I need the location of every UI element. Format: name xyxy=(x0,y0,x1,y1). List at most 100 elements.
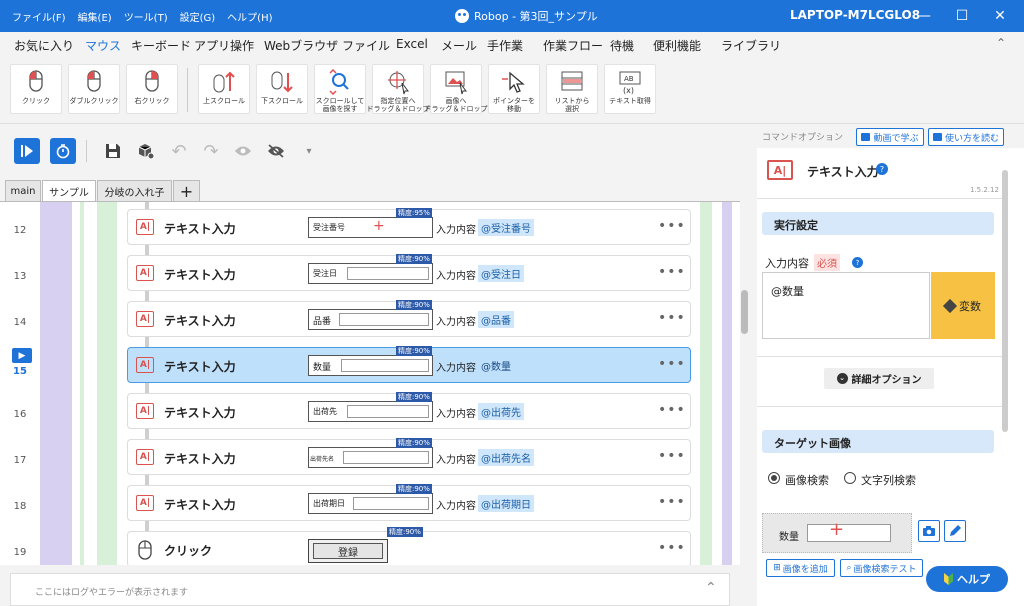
flow-editor[interactable]: 12 A| テキスト入力 受注番号 + 精度:95% 入力内容 @受注番号 ••… xyxy=(0,201,740,565)
text-input-icon: A| xyxy=(136,219,154,235)
help-button[interactable]: ヘルプ xyxy=(926,566,1008,592)
tab-app[interactable]: アプリ操作 xyxy=(194,37,254,54)
test-image-search-button[interactable]: ⌕ 画像検索テスト xyxy=(840,559,923,577)
tab-manual[interactable]: 手作業 xyxy=(487,37,523,54)
tab-mail[interactable]: メール xyxy=(441,37,477,54)
exec-settings-header[interactable]: 実行設定 xyxy=(762,212,994,235)
more-options-icon[interactable]: ••• xyxy=(658,218,686,234)
pointer-move-button[interactable]: ポインターを 移動 xyxy=(488,64,540,114)
command-card[interactable]: A| テキスト入力 出荷先 精度:90% 入力内容 @出荷先 ••• xyxy=(127,392,691,429)
command-card[interactable]: A| テキスト入力 受注日 精度:90% 入力内容 @受注日 ••• xyxy=(127,254,691,291)
hide-button[interactable] xyxy=(263,138,289,164)
menu-settings[interactable]: 設定(G) xyxy=(180,9,216,24)
command-card[interactable]: A| テキスト入力 品番 精度:90% 入力内容 @品番 ••• xyxy=(127,300,691,337)
variable-tag: @受注日 xyxy=(478,265,524,282)
detail-options-button[interactable]: ⌄ 詳細オプション xyxy=(824,368,934,389)
tab-utilities[interactable]: 便利機能 xyxy=(653,37,701,54)
more-options-icon[interactable]: ••• xyxy=(658,310,686,326)
thumbnail-field xyxy=(353,497,429,510)
command-name: テキスト入力 xyxy=(164,452,236,466)
command-card[interactable]: A| テキスト入力 出荷先名 精度:90% 入力内容 @出荷先名 ••• xyxy=(127,438,691,475)
tab-workflow[interactable]: 作業フロー xyxy=(543,37,603,54)
scroll-up-button[interactable]: 上スクロール xyxy=(198,64,250,114)
more-options-icon[interactable]: ••• xyxy=(658,356,686,372)
capture-button[interactable] xyxy=(918,520,940,542)
menu-help[interactable]: ヘルプ(H) xyxy=(227,9,272,24)
maximize-button[interactable]: ☐ xyxy=(945,4,979,28)
filter-icon[interactable]: ▾ xyxy=(296,138,322,164)
command-card[interactable]: クリック 登録 精度:90% ••• xyxy=(127,527,691,565)
row-number: 19 xyxy=(13,547,27,558)
command-row: 12 A| テキスト入力 受注番号 + 精度:95% 入力内容 @受注番号 ••… xyxy=(0,205,740,251)
how-to-read-button[interactable]: 使い方を読む xyxy=(928,128,1004,146)
scroll-down-button[interactable]: 下スクロール xyxy=(256,64,308,114)
redo-icon[interactable]: ↷ xyxy=(198,138,224,164)
edit-image-button[interactable] xyxy=(944,520,966,542)
command-row: 19 クリック 登録 精度:90% ••• xyxy=(0,527,740,565)
help-icon[interactable]: ? xyxy=(852,257,863,268)
add-tab-button[interactable]: + xyxy=(173,180,200,202)
double-click-button[interactable]: ダブルクリック xyxy=(68,64,120,114)
text-get-button[interactable]: AB (x) テキスト取得 xyxy=(604,64,656,114)
list-select-button[interactable]: リストから 選択 xyxy=(546,64,598,114)
scroll-search-image-button[interactable]: スクロールして 画像を探す xyxy=(314,64,366,114)
close-button[interactable]: ✕ xyxy=(983,4,1017,28)
more-options-icon[interactable]: ••• xyxy=(658,494,686,510)
save-button[interactable] xyxy=(100,138,126,164)
command-card[interactable]: A| テキスト入力 出荷期日 精度:90% 入力内容 @出荷期日 ••• xyxy=(127,484,691,521)
run-button[interactable] xyxy=(14,138,40,164)
toolbar-divider xyxy=(86,140,87,162)
tab-excel[interactable]: Excel xyxy=(396,37,428,51)
tab-sample[interactable]: サンプル xyxy=(42,180,96,202)
editor-toolbar: ↶ ↷ ▾ xyxy=(0,134,740,168)
detail-options-label: 詳細オプション xyxy=(851,375,922,386)
target-image-header[interactable]: ターゲット画像 xyxy=(762,430,994,453)
chevron-up-icon[interactable]: ⌃ xyxy=(705,580,717,596)
input-content-field[interactable]: @数量 xyxy=(762,272,930,339)
row-number: 13 xyxy=(13,271,27,282)
command-card-selected[interactable]: A| テキスト入力 数量 精度:90% 入力内容 @数量 ••• xyxy=(127,346,691,383)
menu-file[interactable]: ファイル(F) xyxy=(12,9,66,24)
minimize-button[interactable]: — xyxy=(907,4,941,28)
add-image-button[interactable]: ⊞ 画像を追加 xyxy=(766,559,835,577)
show-button[interactable] xyxy=(230,138,256,164)
tab-library[interactable]: ライブラリ xyxy=(721,37,781,54)
chevron-up-icon[interactable]: ⌃ xyxy=(996,36,1006,50)
package-icon xyxy=(138,144,155,160)
list-select-icon xyxy=(561,71,583,91)
tab-keyboard[interactable]: キーボード xyxy=(131,37,191,54)
menu-tools[interactable]: ツール(T) xyxy=(124,9,168,24)
tab-file[interactable]: ファイル xyxy=(342,37,390,54)
drag-to-position-button[interactable]: 指定位置へ ドラッグ＆ドロップ xyxy=(367,64,430,114)
right-click-button[interactable]: 右クリック xyxy=(126,64,178,114)
radio-image-search[interactable] xyxy=(768,472,780,484)
panel-scrollbar[interactable] xyxy=(1002,170,1008,432)
target-thumbnail: 受注番号 + xyxy=(308,217,433,238)
learn-video-button[interactable]: 動画で学ぶ xyxy=(856,128,924,146)
more-options-icon[interactable]: ••• xyxy=(658,264,686,280)
tab-wait[interactable]: 待機 xyxy=(610,37,634,54)
tab-nested-branch[interactable]: 分岐の入れ子 xyxy=(97,180,172,202)
drag-to-image-button[interactable]: 画像へ ドラッグ＆ドロップ xyxy=(425,64,488,114)
menu-edit[interactable]: 編集(E) xyxy=(78,9,112,24)
command-card[interactable]: A| テキスト入力 受注番号 + 精度:95% 入力内容 @受注番号 ••• xyxy=(127,208,691,245)
variable-button[interactable]: 変数 xyxy=(931,272,995,339)
radio-text-search[interactable] xyxy=(844,472,856,484)
log-panel[interactable]: ここにはログやエラーが表示されます ⌃ xyxy=(10,573,730,606)
help-icon[interactable]: ? xyxy=(876,163,888,175)
more-options-icon[interactable]: ••• xyxy=(658,448,686,464)
editor-scrollbar[interactable] xyxy=(741,290,748,334)
tab-web-browser[interactable]: Webブラウザ xyxy=(264,37,338,54)
mouse-click-icon xyxy=(138,540,152,560)
tab-favorites[interactable]: お気に入り xyxy=(14,37,74,54)
tab-mouse[interactable]: マウス xyxy=(85,37,121,54)
schedule-button[interactable] xyxy=(50,138,76,164)
thumbnail-field xyxy=(339,313,429,326)
click-button[interactable]: クリック xyxy=(10,64,62,114)
mouse-click-icon xyxy=(29,70,43,92)
undo-icon[interactable]: ↶ xyxy=(166,138,192,164)
more-options-icon[interactable]: ••• xyxy=(658,402,686,418)
tab-main[interactable]: main xyxy=(5,180,41,202)
more-options-icon[interactable]: ••• xyxy=(658,540,686,556)
package-button[interactable] xyxy=(133,138,159,164)
